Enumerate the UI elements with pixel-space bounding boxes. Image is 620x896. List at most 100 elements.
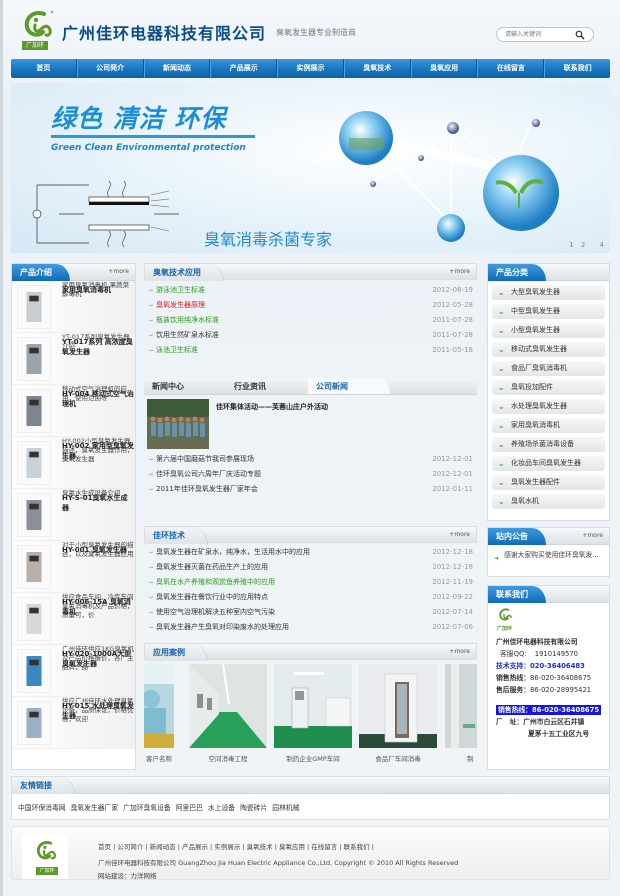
product-image[interactable]: [17, 441, 51, 485]
product-image[interactable]: [17, 285, 51, 329]
case-item[interactable]: 制药企业GMP车间: [274, 664, 352, 763]
notice-item[interactable]: ➜ 感谢大家购买使用佳环臭氧发...: [488, 545, 609, 562]
list-item[interactable]: → 瓶装饮用纯净水标准 2011-07-28: [144, 313, 477, 328]
footer-nav-link[interactable]: 实例展示: [214, 843, 240, 851]
nav-about[interactable]: 公司简介: [76, 59, 144, 78]
list-item[interactable]: → 泳池卫生标准 2011-05-18: [144, 343, 477, 358]
category-item[interactable]: ⌄ 化妆品车间臭氧发生器: [492, 456, 605, 471]
footer-logo[interactable]: 广加环: [22, 835, 68, 879]
featured-news-title[interactable]: 佳环集体活动——芙蓉山庄户外活动: [216, 402, 328, 412]
product-item[interactable]: HY-S-01臭氧水生成器 臭氧水生成设备介绍: [12, 489, 135, 541]
list-item[interactable]: → 臭氧发生器灭菌在药品生产上的应用 2012-12-18: [144, 560, 477, 575]
product-item[interactable]: HY-002 家用型臭氧发生器 HY-002小型臭氧发生器描述，臭氧发生器作用，臭…: [12, 437, 135, 489]
qq-value[interactable]: 1910149570: [535, 650, 578, 658]
product-item[interactable]: HY-006-15A 臭氧消毒机 供应食品车间、冷库车间臭氧消毒机及产品价格，质量…: [12, 593, 135, 645]
category-item[interactable]: ⌄ 食品厂臭氧消毒机: [492, 361, 605, 376]
friend-link[interactable]: 中国环保消毒网: [18, 804, 66, 812]
search-input[interactable]: [505, 29, 571, 40]
footer-nav-link[interactable]: 公司简介: [117, 843, 143, 851]
nav-application[interactable]: 臭氧应用: [410, 59, 478, 78]
nav-cases[interactable]: 实例展示: [277, 59, 344, 78]
pager-4[interactable]: 4: [600, 241, 604, 249]
friend-link[interactable]: 园林机械: [272, 804, 299, 812]
product-image[interactable]: [17, 597, 51, 641]
friend-link[interactable]: 陶瓷砖片: [240, 804, 267, 812]
nav-contact[interactable]: 联系我们: [544, 59, 610, 78]
product-item[interactable]: 家用臭氧消毒机 家用臭氧消毒机 果蔬菜解毒机: [12, 281, 135, 333]
nav-products[interactable]: 产品展示: [210, 59, 278, 78]
pager-1[interactable]: 1: [569, 241, 573, 249]
list-item-link[interactable]: 佳环臭氧公司六周年厂庆活动专题: [156, 470, 261, 478]
product-image[interactable]: [17, 337, 51, 381]
cases-more-link[interactable]: +more: [449, 648, 470, 655]
pager-2[interactable]: 2: [581, 241, 585, 249]
list-item[interactable]: → 臭氧发生器在矿泉水，纯净水，生活用水中的应用 2012-12-18: [144, 545, 477, 560]
category-item[interactable]: ⌄ 水处理臭氧发生器: [492, 399, 605, 414]
product-item[interactable]: HY-001 臭氧发生器 对于小型臭氧发生器的描述，以及臭氧发生器应用: [12, 541, 135, 593]
tech-more-link[interactable]: +more: [449, 268, 470, 275]
friend-link[interactable]: 阿里巴巴: [176, 804, 203, 812]
footer-nav-link[interactable]: 在线留言: [311, 843, 337, 851]
list-item[interactable]: → 使用空气治理机解决五种室内空气污染 2012-07-14: [144, 605, 477, 620]
product-item[interactable]: HY-020-1000A大型臭氧发生器 广州佳环供应1KG臭氧机及产品价格报价，各…: [12, 645, 135, 697]
list-item-link[interactable]: 臭氧发生器在矿泉水，纯净水，生活用水中的应用: [156, 548, 310, 556]
notice-more-link[interactable]: +more: [582, 532, 603, 539]
friend-link[interactable]: 臭氧发生器厂家: [71, 804, 119, 812]
list-item-link[interactable]: 饮用生然矿泉水标准: [156, 331, 219, 339]
search-icon[interactable]: [575, 30, 585, 40]
product-item[interactable]: YT-017系列 高浓度臭氧发生器 YT-017系列臭氧发生器介绍: [12, 333, 135, 385]
list-item[interactable]: → 2011年佳环臭氧发生器厂家年会 2012-01-11: [144, 482, 477, 497]
list-item-link[interactable]: 游泳池卫生标准: [156, 286, 205, 294]
category-item[interactable]: ⌄ 臭氧发生器配件: [492, 475, 605, 490]
product-image[interactable]: [17, 649, 51, 693]
category-item[interactable]: ⌄ 移动式臭氧发生器: [492, 342, 605, 357]
list-item[interactable]: → 游泳池卫生标准 2012-06-19: [144, 283, 477, 298]
category-item[interactable]: ⌄ 臭氧投加配件: [492, 380, 605, 395]
case-item[interactable]: 制: [445, 664, 477, 763]
products-more-link[interactable]: +more: [108, 268, 129, 275]
list-item-link[interactable]: 臭氧发生器灭菌在药品生产上的应用: [156, 563, 268, 571]
list-item-link[interactable]: 第六届中国磨菇节我司参展现场: [156, 455, 254, 463]
list-item-link[interactable]: 泳池卫生标准: [156, 346, 198, 354]
product-image[interactable]: [17, 701, 51, 745]
category-item[interactable]: ⌄ 家用臭氧消毒机: [492, 418, 605, 433]
list-item[interactable]: → 臭氧在水产养殖和观赏鱼养殖中的应用 2012-11-19: [144, 575, 477, 590]
footer-nav-link[interactable]: 联系我们: [344, 843, 370, 851]
list-item[interactable]: → 第六届中国磨菇节我司参展现场 2012-12-01: [144, 452, 477, 467]
nav-message[interactable]: 在线留言: [477, 59, 545, 78]
banner[interactable]: 绿色 清洁 环保 Green Clean Environmental prote…: [11, 83, 610, 253]
list-item[interactable]: → 佳环臭氧公司六周年厂庆活动专题 2012-12-01: [144, 467, 477, 482]
product-item[interactable]: HY-015 水处理臭氧发生器 供应广州佳环水处理臭氧设备，品质保证，价格优惠，欢…: [12, 697, 135, 749]
case-item[interactable]: 食品厂车间消毒: [359, 664, 437, 763]
category-item[interactable]: ⌄ 大型臭氧发生器: [492, 285, 605, 300]
category-item[interactable]: ⌄ 小型臭氧发生器: [492, 323, 605, 338]
product-image[interactable]: [17, 389, 51, 433]
category-item[interactable]: ⌄ 养殖场杀菌消毒设备: [492, 437, 605, 452]
featured-news-image[interactable]: [147, 399, 209, 449]
category-item[interactable]: ⌄ 中型臭氧发生器: [492, 304, 605, 319]
nav-home[interactable]: 首页: [11, 59, 77, 78]
list-item-link[interactable]: 臭氧在水产养殖和观赏鱼养殖中的应用: [156, 578, 275, 586]
footer-nav-link[interactable]: 产品展示: [182, 843, 208, 851]
friend-link[interactable]: 水上设备: [208, 804, 235, 812]
nav-tech[interactable]: 臭氧技术: [343, 59, 411, 78]
footer-nav-link[interactable]: 臭氧技术: [247, 843, 273, 851]
list-item[interactable]: → 臭氧发生器在餐饮行业中的应用特点 2012-09-22: [144, 590, 477, 605]
product-item[interactable]: HY-004 移动式空气治理机 移动式空气治理机的应用，使用范围等: [12, 385, 135, 437]
list-item-link[interactable]: 瓶装饮用纯净水标准: [156, 316, 219, 324]
footer-nav-link[interactable]: 新闻动态: [150, 843, 176, 851]
footer-nav-link[interactable]: 首页: [98, 843, 111, 851]
tab-company-news[interactable]: 公司新闻: [308, 378, 390, 394]
company-logo[interactable]: 广加环: [22, 8, 56, 50]
jiahuan-tech-more-link[interactable]: +more: [449, 531, 470, 538]
case-item[interactable]: 客户名称: [144, 664, 174, 763]
footer-nav-link[interactable]: 臭氧应用: [279, 843, 305, 851]
friend-link[interactable]: 广加环臭氧设备: [123, 804, 171, 812]
tab-industry-news[interactable]: 行业资讯: [226, 378, 308, 394]
list-item-link[interactable]: 臭氧发生器在餐饮行业中的应用特点: [156, 593, 268, 601]
tab-news-center[interactable]: 新闻中心: [144, 378, 226, 394]
nav-news[interactable]: 新闻动态: [143, 59, 211, 78]
category-item[interactable]: ⌄ 臭氧水机: [492, 494, 605, 509]
list-item-link[interactable]: 2011年佳环臭氧发生器厂家年会: [156, 485, 258, 493]
list-item[interactable]: → 臭氧发生器原理 2012-05-28: [144, 298, 477, 313]
